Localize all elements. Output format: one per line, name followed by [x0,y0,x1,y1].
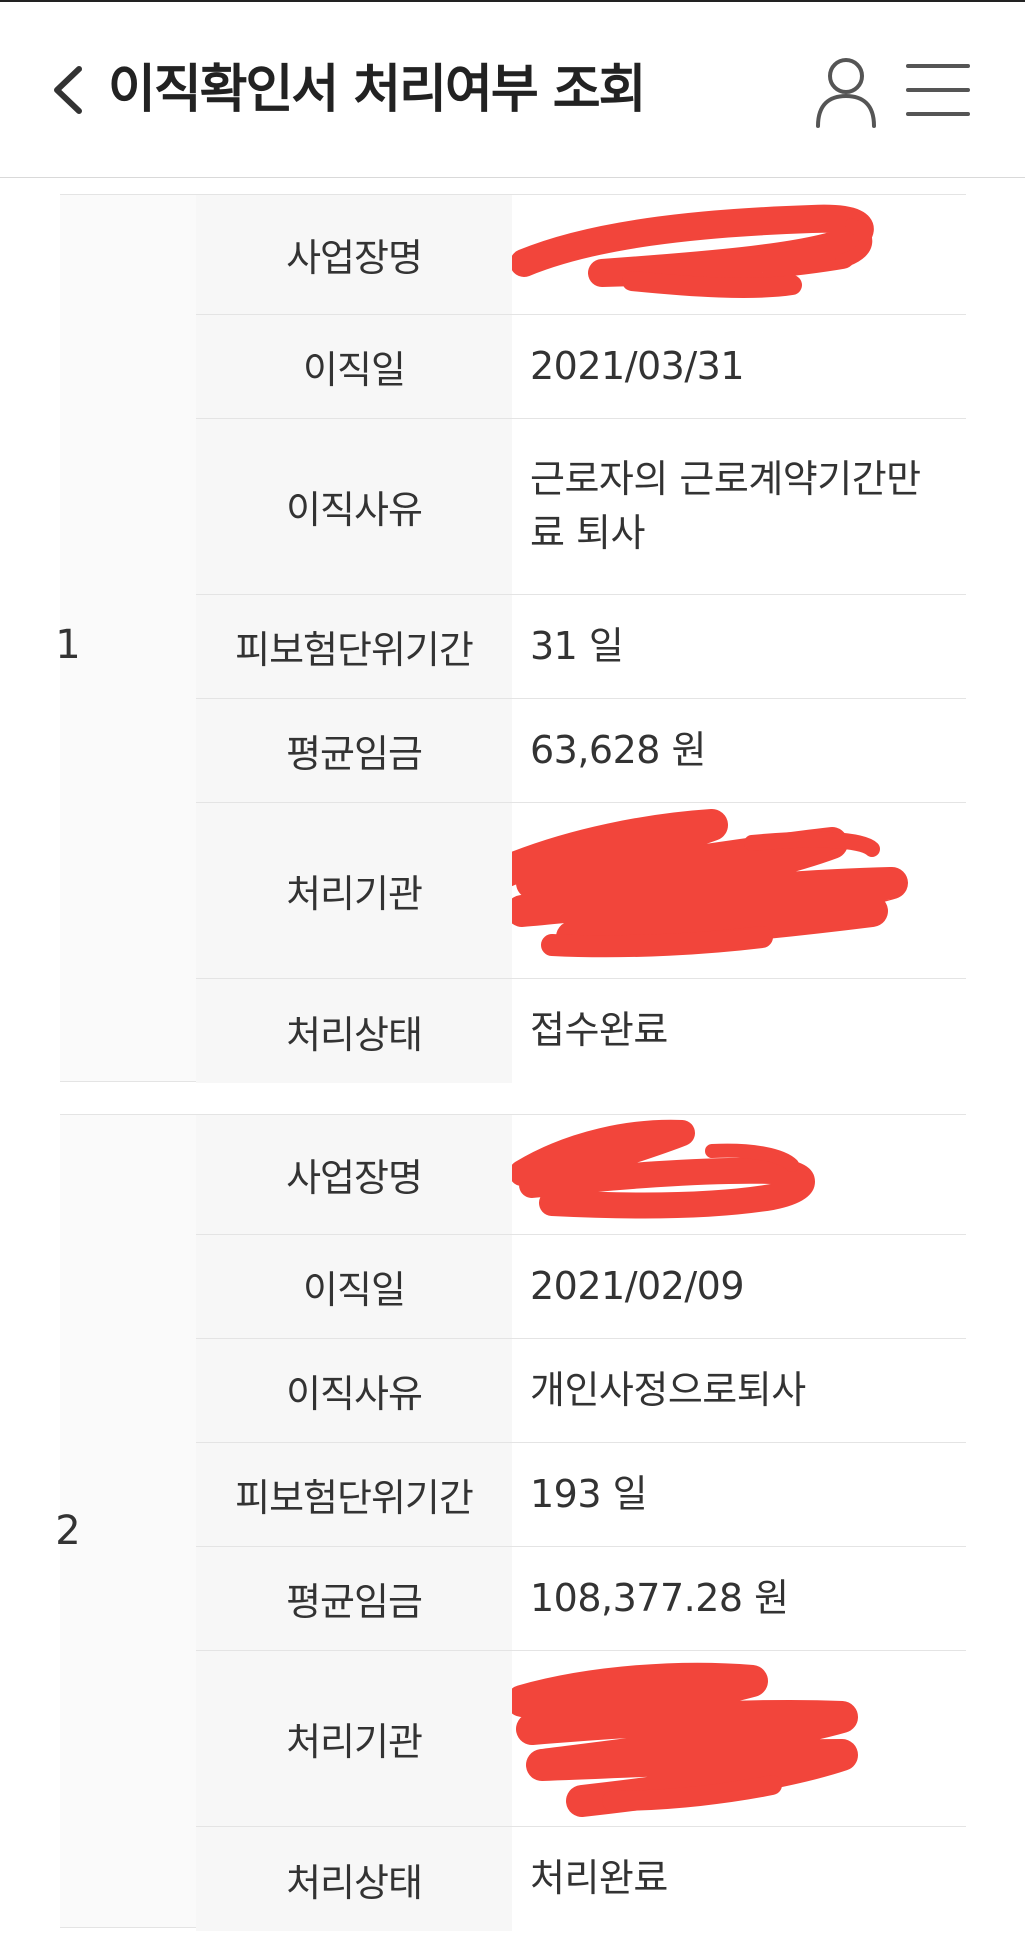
row-value [512,1651,966,1826]
row-label: 피보험단위기간 [196,595,512,698]
redaction-scribble [512,809,908,958]
row-label: 처리상태 [196,1827,512,1931]
row-label: 이직사유 [196,419,512,594]
row-label: 이직일 [196,315,512,418]
record-card: 사업장명 이직일 2021/02/09 이직사유 개인사정으로퇴사 피보험단위기… [60,1114,966,1931]
row-value: 193 일 [512,1443,966,1546]
row-label: 이직일 [196,1235,512,1338]
app-header: 이직확인서 처리여부 조회 [0,2,1025,178]
redaction-scribble [512,1119,815,1219]
row-value: 31 일 [512,595,966,698]
row-insured-period: 피보험단위기간 193 일 [196,1443,966,1547]
row-label: 처리상태 [196,979,512,1083]
back-button[interactable] [44,60,92,120]
record-rows: 사업장명 이직일 2021/02/09 이직사유 개인사정으로퇴사 피보험단위기… [196,1115,966,1931]
row-value: 근로자의 근로계약기간만료 퇴사 [512,419,966,594]
row-value [512,803,966,978]
row-label: 사업장명 [196,1115,512,1234]
row-value: 개인사정으로퇴사 [512,1339,966,1442]
record-rows: 사업장명 이직일 2021/03/31 이직사유 근로자의 근로계약기간만료 퇴… [196,195,966,1083]
row-label: 처리기관 [196,1651,512,1826]
row-separation-date: 이직일 2021/03/31 [196,315,966,419]
row-label: 평균임금 [196,699,512,802]
user-icon [816,58,876,128]
row-average-wage: 평균임금 63,628 원 [196,699,966,803]
row-label: 이직사유 [196,1339,512,1442]
row-insured-period: 피보험단위기간 31 일 [196,595,966,699]
record-card: 사업장명 이직일 2021/03/31 이직사유 근로자의 근로계약기간만료 퇴… [60,194,966,1083]
row-average-wage: 평균임금 108,377.28 원 [196,1547,966,1651]
menu-button[interactable] [906,58,970,122]
row-value [512,1115,966,1234]
record-number: 2 [55,1508,81,1554]
row-value: 63,628 원 [512,699,966,802]
row-value: 접수완료 [512,979,966,1083]
row-processing-status: 처리상태 접수완료 [196,979,966,1083]
row-label: 사업장명 [196,195,512,314]
row-workplace-name: 사업장명 [196,195,966,315]
hamburger-menu-icon [906,64,970,116]
row-value: 2021/03/31 [512,315,966,418]
row-label: 피보험단위기간 [196,1443,512,1546]
row-separation-date: 이직일 2021/02/09 [196,1235,966,1339]
record-number: 1 [55,622,81,668]
page-title: 이직확인서 처리여부 조회 [108,60,646,120]
row-separation-reason: 이직사유 근로자의 근로계약기간만료 퇴사 [196,419,966,595]
row-workplace-name: 사업장명 [196,1115,966,1235]
row-processing-office: 처리기관 [196,1651,966,1827]
row-processing-status: 처리상태 처리완료 [196,1827,966,1931]
row-label: 평균임금 [196,1547,512,1650]
user-button[interactable] [814,56,878,128]
redaction-scribble [512,204,874,298]
row-value: 처리완료 [512,1827,966,1931]
row-value: 108,377.28 원 [512,1547,966,1650]
row-label: 처리기관 [196,803,512,978]
row-processing-office: 처리기관 [196,803,966,979]
row-separation-reason: 이직사유 개인사정으로퇴사 [196,1339,966,1443]
redaction-scribble [512,1662,858,1817]
row-value: 2021/02/09 [512,1235,966,1338]
row-value [512,195,966,314]
app-screen: 이직확인서 처리여부 조회 사업장명 이직일 2021/03/31 이직사유 근… [0,0,1025,1943]
chevron-left-icon [54,66,82,114]
